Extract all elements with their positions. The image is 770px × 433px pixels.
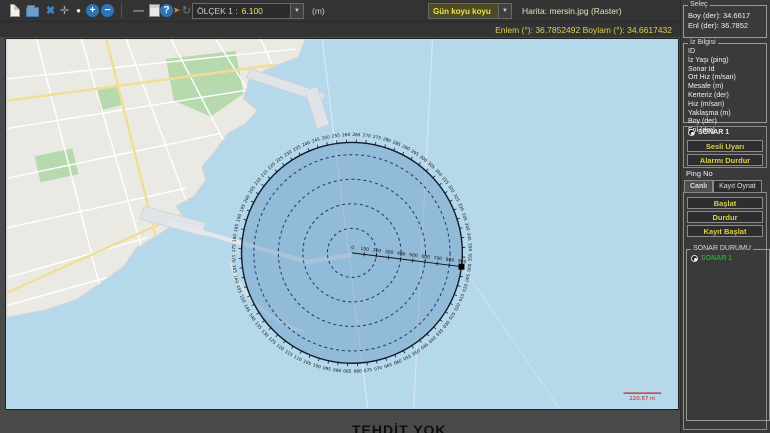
chevron-down-icon[interactable]: ▼ [290, 4, 303, 18]
map-canvas[interactable]: 0000050100150200250300350400450500550600… [6, 39, 678, 409]
track-info-group: İz Bilgisi ID İz Yaşı (ping) Sonar Id Or… [683, 43, 767, 123]
unit-label: (m) [312, 6, 325, 16]
bearing-label: 255 [332, 133, 341, 140]
theme-value: Gün koyu koyu [429, 7, 491, 16]
theme-combo[interactable]: Gün koyu koyu ▼ [428, 3, 512, 19]
scale-combo[interactable]: ÖLÇEK 1 : 6.100 ▼ [192, 3, 304, 19]
selected-lat: Boy (der): 34.6617 [684, 10, 766, 20]
sonar-status-radio-row[interactable]: SONAR 1 [687, 253, 769, 264]
stop-alarm-button[interactable]: Alarmı Durdur [687, 154, 763, 166]
range-label: 200 [372, 247, 381, 254]
new-file-icon[interactable] [6, 2, 23, 19]
scale-value: 6.100 [238, 6, 263, 16]
measure-line-icon[interactable]: — [130, 2, 147, 19]
right-sidebar: Seleç Boy (der): 34.6617 Enl (der): 36.7… [680, 0, 770, 433]
track-field-age: İz Yaşı (ping) [684, 56, 766, 65]
coordinates-readout: Enlem (°): 36.7852492 Boylam (°): 34.661… [495, 25, 672, 35]
bearing-label: 170 [230, 254, 236, 263]
mode-tabs: Canlı Kayıt Oynat [684, 180, 762, 192]
ping-no-label: Ping No [686, 169, 713, 178]
app-window: ✖ ✛ ● + − — ? ➤ ↻ ÖLÇEK 1 : 6.100 ▼ (m) … [0, 0, 770, 433]
minus-glyph: − [101, 4, 114, 17]
selected-lon: Enl (der): 36.7852 [684, 20, 766, 30]
radio-icon[interactable] [691, 255, 698, 262]
threat-banner: TEHDİT YOK [352, 422, 447, 433]
sonar-radio-label: SONAR 1 [698, 129, 729, 136]
bearing-label: 080 [354, 368, 363, 374]
bearing-label: 165 [231, 265, 238, 274]
sonar-select-radio-row[interactable]: SONAR 1 [684, 127, 766, 138]
toolbar: ✖ ✛ ● + − — ? ➤ ↻ ÖLÇEK 1 : 6.100 ▼ (m) … [0, 0, 680, 22]
selection-group-title: Seleç [688, 1, 710, 8]
bearing-label: 265 [352, 132, 361, 138]
record-button[interactable]: Kayıt Başlat [687, 225, 763, 237]
range-label: 400 [397, 251, 406, 258]
bearing-label: 350 [466, 243, 472, 252]
folder-glyph [26, 7, 39, 17]
scalebar-label: 220,67 m [629, 396, 655, 402]
sonar-status-label: SONAR 1 [701, 255, 732, 262]
stop-button[interactable]: Durdur [687, 211, 763, 223]
toolbar-separator [121, 3, 122, 18]
status-row: Enlem (°): 36.7852492 Boylam (°): 34.661… [0, 22, 680, 37]
scale-label: ÖLÇEK 1 : [193, 6, 238, 16]
selection-group: Seleç Boy (der): 34.6617 Enl (der): 36.7… [683, 5, 767, 38]
track-field-speed: Hız (m/san) [684, 100, 766, 109]
track-field-bearing: Kerteriz (der) [684, 91, 766, 100]
live-tab-panel: Başlat Durdur Kayıt Başlat SONAR DURUMU … [683, 192, 767, 430]
track-field-id: ID [684, 47, 766, 56]
bearing-label: 260 [342, 132, 351, 138]
plus-glyph: + [86, 4, 99, 17]
bearing-label: 075 [364, 367, 373, 374]
track-field-sonar-id: Sonar Id [684, 65, 766, 74]
track-field-lat: Boy (der) [684, 117, 766, 126]
alarm-panel: SONAR 1 Sesli Uyarı Alarmı Durdur [683, 126, 767, 168]
bearing-label: 355 [468, 253, 474, 262]
range-label: 600 [421, 254, 430, 261]
bearing-label: 180 [232, 233, 239, 242]
range-label: 300 [384, 249, 393, 256]
zoom-out-icon[interactable]: − [99, 2, 116, 19]
tab-live[interactable]: Canlı [684, 180, 713, 192]
map-file-label: Harita: mersin.jpg (Raster) [522, 6, 622, 16]
tab-playback[interactable]: Kayıt Oynat [713, 180, 762, 192]
radio-icon[interactable] [688, 129, 695, 136]
sonar-status-title: SONAR DURUMU [691, 245, 753, 252]
chevron-down-icon[interactable]: ▼ [498, 4, 511, 18]
start-button[interactable]: Başlat [687, 197, 763, 209]
sonar-status-group: SONAR DURUMU SONAR 1 [686, 249, 770, 421]
range-label: 700 [433, 255, 442, 262]
file-glyph [10, 4, 20, 17]
range-label: 800 [445, 257, 454, 264]
track-field-approach: Yaklaşma (m) [684, 109, 766, 118]
bottom-strip: TEHDİT YOK [0, 410, 680, 433]
track-info-title: İz Bilgisi [688, 39, 718, 46]
bearing-label: 090 [333, 367, 342, 374]
bearing-label: 345 [465, 232, 472, 241]
range-label: 100 [360, 246, 369, 253]
range-label: 500 [409, 252, 418, 259]
track-field-avg-speed: Ort Hız (m/san) [684, 73, 766, 82]
bearing-label: 000 [466, 263, 473, 272]
track-field-distance: Mesafe (m) [684, 82, 766, 91]
bearing-label: 270 [362, 132, 371, 139]
open-folder-icon[interactable] [24, 2, 41, 19]
audio-alert-button[interactable]: Sesli Uyarı [687, 140, 763, 152]
map-viewport[interactable]: 0000050100150200250300350400450500550600… [5, 38, 679, 410]
bearing-label: 175 [231, 244, 237, 253]
range-end-marker [458, 264, 464, 270]
bearing-label: 085 [343, 368, 352, 374]
